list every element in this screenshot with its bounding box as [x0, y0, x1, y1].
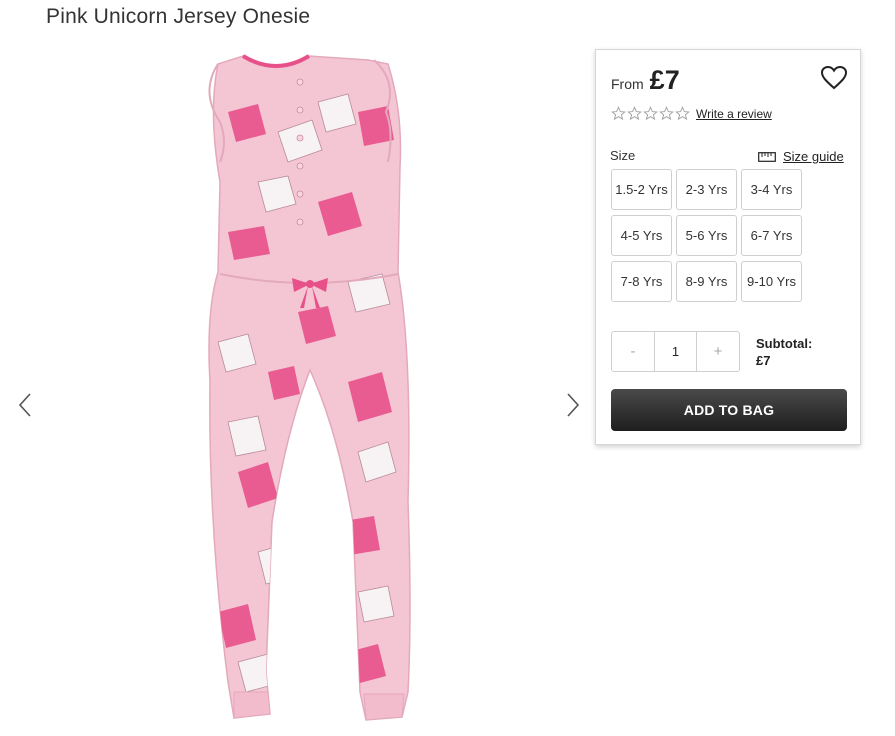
chevron-right-icon: [567, 393, 580, 417]
star-outline-icon: [675, 106, 690, 121]
size-label: Size: [610, 148, 636, 163]
size-option[interactable]: 1.5-2 Yrs: [611, 169, 672, 210]
wishlist-button[interactable]: [820, 65, 848, 91]
size-option[interactable]: 4-5 Yrs: [611, 215, 672, 256]
size-guide-link[interactable]: Size guide: [758, 149, 844, 164]
star-outline-icon: [627, 106, 642, 121]
previous-image-button[interactable]: [10, 390, 40, 420]
heart-icon: [820, 65, 848, 90]
price-row: From £7: [611, 65, 680, 96]
subtotal-value: £7: [756, 353, 771, 368]
quantity-decrease-button[interactable]: -: [612, 332, 654, 371]
product-title: Pink Unicorn Jersey Onesie: [46, 5, 311, 28]
subtotal-label: Subtotal:: [756, 336, 813, 351]
star-outline-icon: [659, 106, 674, 121]
star-rating: [611, 106, 690, 121]
rating-row: Write a review: [611, 106, 772, 121]
next-image-button[interactable]: [558, 390, 588, 420]
ruler-icon: [758, 151, 776, 162]
quantity-increase-button[interactable]: +: [697, 332, 739, 371]
subtotal: Subtotal: £7: [756, 335, 812, 369]
size-option[interactable]: 5-6 Yrs: [676, 215, 737, 256]
add-to-bag-button[interactable]: ADD TO BAG: [611, 389, 847, 431]
product-image: [208, 54, 411, 721]
write-review-link[interactable]: Write a review: [696, 107, 772, 121]
purchase-panel: From £7 Write a review Size Size guide 1…: [595, 49, 861, 445]
quantity-input[interactable]: [655, 343, 696, 360]
price-value: £7: [649, 65, 680, 95]
size-option[interactable]: 7-8 Yrs: [611, 261, 672, 302]
star-outline-icon: [643, 106, 658, 121]
quantity-stepper: - +: [611, 331, 740, 372]
chevron-left-icon: [18, 393, 31, 417]
size-options: 1.5-2 Yrs 2-3 Yrs 3-4 Yrs 4-5 Yrs 5-6 Yr…: [611, 169, 802, 302]
quantity-field: [654, 332, 697, 371]
price-from-label: From: [611, 76, 644, 92]
size-option[interactable]: 3-4 Yrs: [741, 169, 802, 210]
star-outline-icon: [611, 106, 626, 121]
size-option[interactable]: 2-3 Yrs: [676, 169, 737, 210]
size-guide-label: Size guide: [783, 149, 844, 164]
size-option[interactable]: 9-10 Yrs: [741, 261, 802, 302]
size-option[interactable]: 6-7 Yrs: [741, 215, 802, 256]
size-option[interactable]: 8-9 Yrs: [676, 261, 737, 302]
